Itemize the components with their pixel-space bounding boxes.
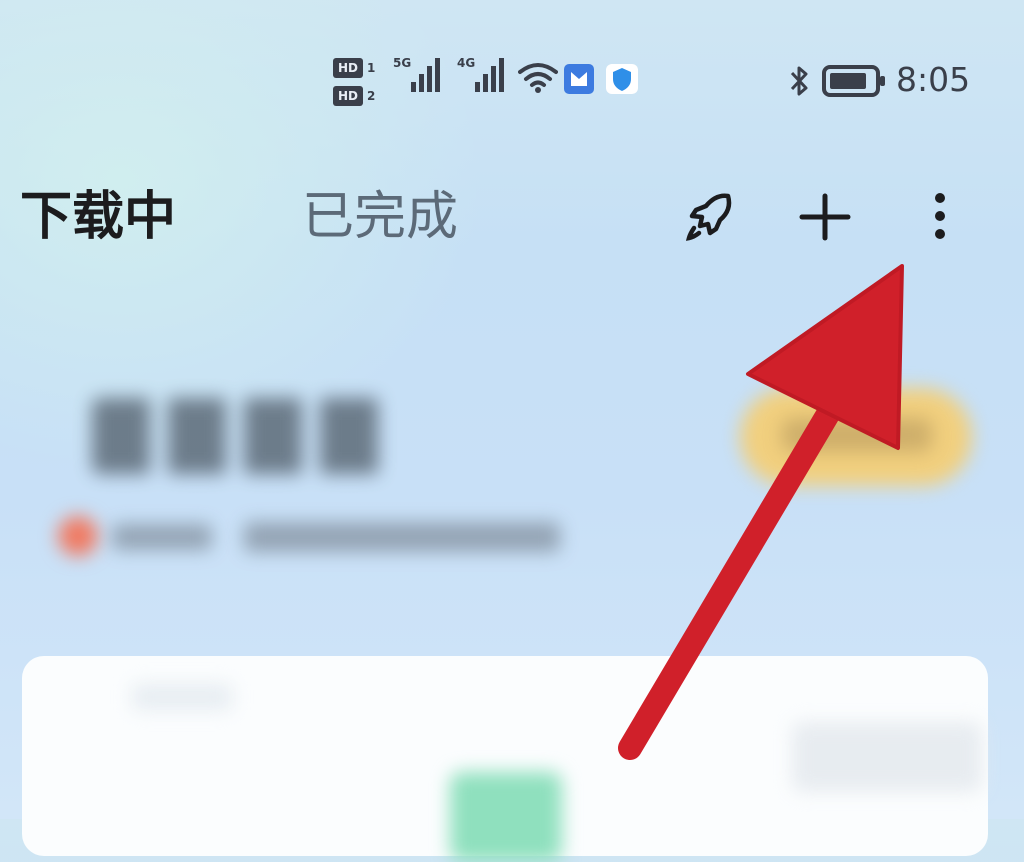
- hd-badge: HD: [333, 58, 363, 78]
- notification-app-icon: [564, 64, 594, 94]
- sim-number: 1: [367, 61, 376, 75]
- battery-icon: [822, 65, 885, 97]
- status-bar: HD 1 HD 2 5G 4G 8:05: [0, 50, 1024, 110]
- more-options-button[interactable]: [904, 182, 974, 252]
- blurred-status-text: [112, 524, 212, 550]
- blurred-detail-text: [244, 522, 560, 552]
- security-shield-icon: [606, 64, 638, 94]
- hd-badge: HD: [333, 86, 363, 106]
- status-time: 8:05: [896, 60, 971, 99]
- add-task-button[interactable]: [790, 182, 860, 252]
- plus-icon: [799, 193, 851, 241]
- cell-signal-icon: 5G: [393, 56, 449, 96]
- blurred-pill-label: [782, 418, 932, 452]
- blurred-task-title: [92, 398, 382, 474]
- tab-downloading[interactable]: 下载中: [20, 186, 176, 248]
- tab-completed[interactable]: 已完成: [302, 186, 458, 248]
- bluetooth-icon: [790, 66, 808, 96]
- blurred-card-thumbnail: [450, 772, 562, 862]
- blurred-card-text: [132, 684, 232, 710]
- hd-voice-indicators: HD 1 HD 2: [333, 54, 385, 108]
- speed-boost-button[interactable]: [676, 182, 746, 252]
- blurred-card-watermark: [792, 722, 982, 792]
- more-vertical-icon: [935, 193, 945, 239]
- blurred-status-dot: [58, 516, 98, 556]
- wifi-icon: [518, 63, 558, 93]
- sim-number: 2: [367, 89, 376, 103]
- cell-signal-icon: 4G: [457, 56, 513, 96]
- task-card[interactable]: [22, 656, 988, 862]
- rocket-icon: [685, 193, 732, 241]
